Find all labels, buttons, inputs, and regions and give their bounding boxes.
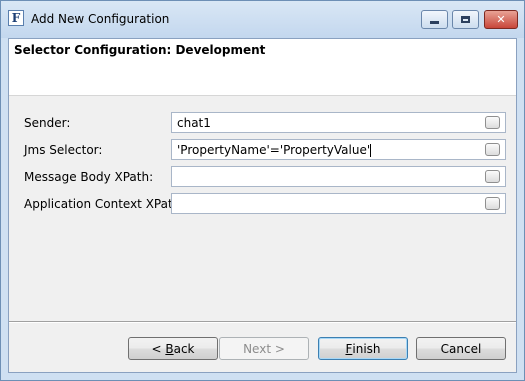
message-body-xpath-row: Message Body XPath: xyxy=(9,166,516,188)
message-body-xpath-field[interactable] xyxy=(171,166,506,187)
window-title: Add New Configuration xyxy=(31,12,170,26)
application-context-xpath-row: Application Context XPath: xyxy=(9,193,516,215)
cancel-button-label: Cancel xyxy=(440,341,482,356)
close-icon: ✕ xyxy=(496,13,506,26)
footer-divider xyxy=(9,321,516,323)
finish-button[interactable]: Finish xyxy=(318,337,408,360)
text-cursor xyxy=(370,143,372,157)
cancel-button[interactable]: Cancel xyxy=(416,337,506,360)
maximize-icon xyxy=(461,16,470,23)
page-title: Selector Configuration: Development xyxy=(14,43,266,57)
next-button-label: Next > xyxy=(243,341,285,356)
close-button[interactable]: ✕ xyxy=(484,10,518,29)
back-button-mnemonic: B xyxy=(165,341,174,356)
sender-row: Sender: chat1 xyxy=(9,112,516,134)
dialog-client-area: Selector Configuration: Development Send… xyxy=(8,38,517,373)
minimize-button[interactable] xyxy=(421,10,448,29)
jms-selector-value: 'PropertyName'='PropertyValue' xyxy=(177,142,372,157)
dialog-window: F Add New Configuration ✕ Selector Confi… xyxy=(0,0,525,381)
application-context-xpath-label: Application Context XPath: xyxy=(24,197,185,211)
back-button-prefix: < xyxy=(151,341,166,356)
sender-field[interactable]: chat1 xyxy=(171,112,506,133)
title-bar[interactable]: F Add New Configuration ✕ xyxy=(1,1,524,38)
finish-button-mnemonic: F xyxy=(345,341,353,356)
application-context-xpath-field[interactable] xyxy=(171,193,506,214)
jms-selector-browse-button[interactable] xyxy=(485,143,500,156)
sender-value: chat1 xyxy=(177,115,211,130)
sender-browse-button[interactable] xyxy=(485,116,500,129)
finish-button-label: inish xyxy=(352,341,381,356)
jms-selector-field[interactable]: 'PropertyName'='PropertyValue' xyxy=(171,139,506,160)
jms-selector-label: Jms Selector: xyxy=(24,143,103,157)
app-logo-icon: F xyxy=(8,10,24,26)
maximize-button[interactable] xyxy=(452,10,479,29)
next-button[interactable]: Next > xyxy=(219,337,309,360)
sender-label: Sender: xyxy=(24,116,71,130)
message-body-xpath-browse-button[interactable] xyxy=(485,170,500,183)
message-body-xpath-label: Message Body XPath: xyxy=(24,170,154,184)
back-button-label: ack xyxy=(173,341,195,356)
application-context-xpath-browse-button[interactable] xyxy=(485,197,500,210)
back-button[interactable]: < Back xyxy=(128,337,218,360)
jms-selector-row: Jms Selector: 'PropertyName'='PropertyVa… xyxy=(9,139,516,161)
minimize-icon xyxy=(430,20,439,24)
header-banner: Selector Configuration: Development xyxy=(9,39,516,96)
